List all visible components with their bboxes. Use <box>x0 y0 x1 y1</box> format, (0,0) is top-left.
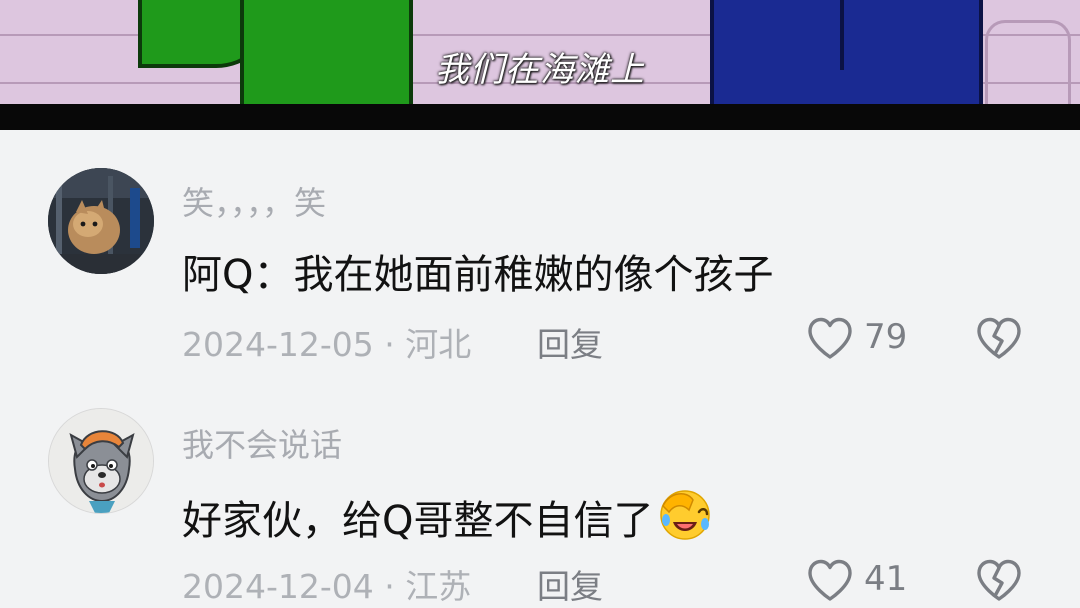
video-subtitle: 我们在海滩上 <box>435 50 645 90</box>
reply-button[interactable]: 回复 <box>537 560 603 608</box>
comment-username[interactable]: 我不会说话 <box>182 420 342 466</box>
comment-item: 我不会说话 好家伙，给Q哥整不自信了 2024-12-04 · 江苏 回复 41 <box>0 370 1080 607</box>
like-count: 41 <box>864 559 908 599</box>
comment-date-location: 2024-12-04 · 江苏 <box>182 567 472 606</box>
heart-outline-icon[interactable] <box>806 316 854 360</box>
comment-text: 好家伙，给Q哥整不自信了 <box>182 486 713 546</box>
comment-text: 阿Q：我在她面前稚嫩的像个孩子 <box>182 252 774 298</box>
comment-item: 笑，，，，笑 阿Q：我在她面前稚嫩的像个孩子 2024-12-05 · 河北 回… <box>0 130 1080 370</box>
comment-text-content: 好家伙，给Q哥整不自信了 <box>182 498 654 544</box>
broken-heart-icon[interactable] <box>975 316 1023 360</box>
comment-date-location: 2024-12-05 · 河北 <box>182 325 472 364</box>
grey-wolf-cartoon-avatar <box>49 409 153 513</box>
video-frame[interactable]: 我们在海滩上 <box>0 0 1080 104</box>
broken-heart-icon[interactable] <box>975 558 1023 602</box>
comment-username[interactable]: 笑，，，，笑 <box>182 178 326 224</box>
heart-outline-icon[interactable] <box>806 558 854 602</box>
avatar[interactable] <box>48 168 154 274</box>
like-count: 79 <box>864 317 908 357</box>
facepalm-laughing-emoji-icon <box>660 490 711 540</box>
video-letterbox-bar <box>0 104 1080 130</box>
avatar[interactable] <box>48 408 154 514</box>
reply-button[interactable]: 回复 <box>537 318 603 366</box>
cat-photo-avatar <box>48 168 154 274</box>
